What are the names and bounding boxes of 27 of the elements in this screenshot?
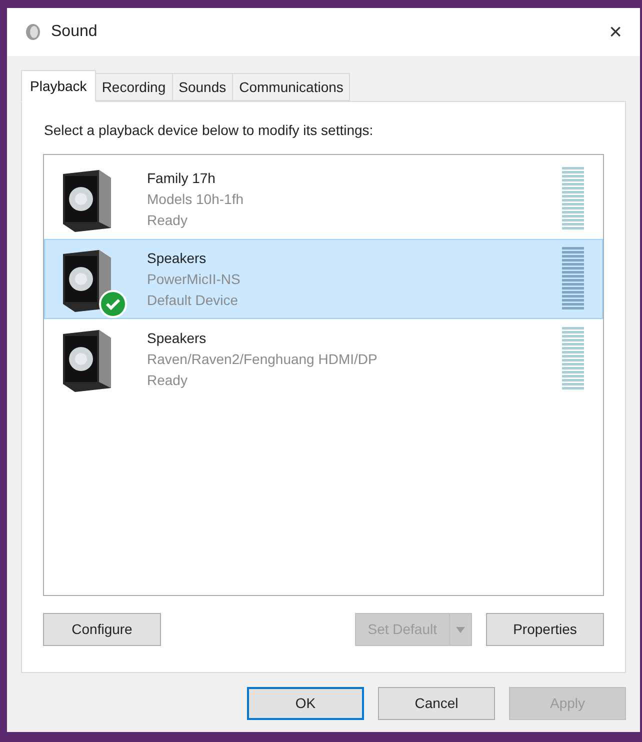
tab[interactable]: Communications: [233, 73, 350, 101]
dialog-button[interactable]: Cancel: [378, 687, 495, 720]
instruction-text: Select a playback device below to modify its settings:: [44, 121, 374, 140]
device-name: Family 17h: [147, 168, 216, 188]
device-name: Speakers: [147, 248, 208, 268]
dialog-button[interactable]: Configure: [43, 613, 161, 646]
device-description: Models 10h-1fh: [147, 190, 244, 208]
dialog-button[interactable]: Properties: [486, 613, 604, 646]
device-description: Raven/Raven2/Fenghuang HDMI/DP: [147, 350, 378, 369]
device-name: Speakers: [147, 328, 208, 348]
device-status: Ready: [147, 370, 188, 390]
device-row[interactable]: Speakers Raven/Raven2/Fenghuang HDMI/DP Ready: [44, 319, 603, 399]
tab[interactable]: Sounds: [172, 73, 234, 101]
caret-icon: [456, 626, 465, 632]
dialog-button[interactable]: OK: [247, 687, 364, 720]
device-description: PowerMicII-NS: [147, 270, 240, 288]
device-status: Ready: [147, 210, 188, 230]
device-status: Default Device: [147, 290, 240, 310]
level-meter-icon: [562, 247, 584, 311]
level-meter-icon: [562, 167, 584, 231]
window-title: Sound: [51, 22, 98, 42]
device-row[interactable]: Family 17h Models 10h-1fh Ready: [44, 159, 603, 239]
close-button[interactable]: ×: [605, 21, 626, 43]
device-row[interactable]: Speakers PowerMicII-NS Default Device: [44, 239, 603, 319]
level-meter-icon: [562, 327, 584, 391]
tab[interactable]: Recording: [96, 73, 173, 101]
tab[interactable]: Playback: [21, 70, 96, 102]
